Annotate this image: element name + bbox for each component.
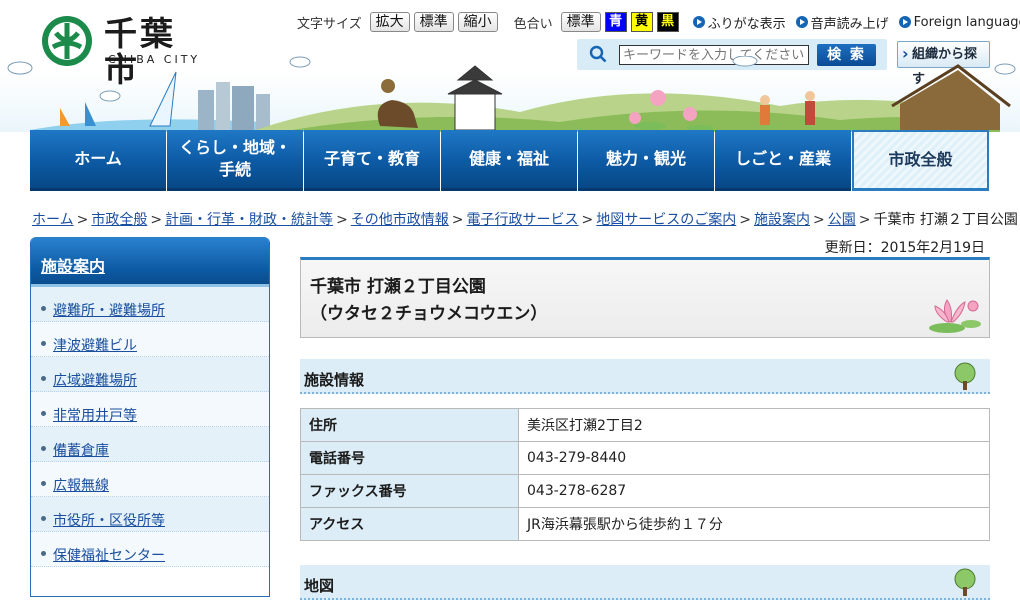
table-label: 電話番号: [300, 441, 519, 475]
table-value: 043-278-6287: [518, 474, 990, 508]
breadcrumb-other-info[interactable]: その他市政情報: [351, 212, 449, 228]
arrow-circle-icon: [795, 16, 808, 28]
sidebar-link-offices[interactable]: 市役所・区役所等: [53, 513, 165, 529]
foreign-language-link[interactable]: Foreign language: [898, 15, 1020, 30]
sidebar-item: 非常用井戸等: [31, 392, 269, 427]
sidebar-link-tsunami[interactable]: 津波避難ビル: [53, 338, 137, 354]
arrow-circle-icon: [692, 16, 705, 28]
lotus-icon: [929, 299, 981, 333]
table-row: アクセス JR海浜幕張駅から徒歩約１７分: [300, 507, 990, 541]
table-value: JR海浜幕張駅から徒歩約１７分: [518, 507, 990, 541]
sidebar-link-storage[interactable]: 備蓄倉庫: [53, 443, 109, 459]
nav-living-label: くらし・地域・ 手続: [178, 138, 291, 179]
sidebar-item: 避難所・避難場所: [31, 287, 269, 322]
arrow-circle-icon: [898, 16, 911, 28]
breadcrumb-map-service[interactable]: 地図サービスのご案内: [596, 212, 736, 228]
color-label: 色合い: [513, 16, 553, 32]
table-row: ファックス番号 043-278-6287: [300, 474, 990, 508]
table-label: 住所: [300, 408, 519, 442]
table-value: 美浜区打瀬2丁目2: [518, 408, 990, 442]
sidebar-link-wells[interactable]: 非常用井戸等: [53, 408, 137, 424]
sidebar-link-shelters[interactable]: 避難所・避難場所: [53, 303, 165, 319]
font-size-small-button[interactable]: 縮小: [457, 12, 498, 32]
sidebar-link-radio[interactable]: 広報無線: [53, 478, 109, 494]
city-scenery-illustration: [7, 56, 1016, 132]
updated-date: 更新日：2015年2月19日: [824, 240, 985, 256]
nav-living[interactable]: くらし・地域・ 手続: [167, 130, 303, 191]
nav-childcare[interactable]: 子育て・教育: [304, 130, 440, 191]
breadcrumb-parks[interactable]: 公園: [828, 212, 856, 228]
breadcrumb-current: 千葉市 打瀬２丁目公園: [873, 212, 1018, 228]
sidebar-item: 備蓄倉庫: [31, 427, 269, 462]
map-heading: 地図: [300, 565, 990, 600]
read-aloud-link[interactable]: 音声読み上げ: [795, 13, 889, 32]
tree-icon: [954, 362, 976, 390]
sidebar-link-welfare[interactable]: 保健福祉センター: [53, 548, 165, 564]
furigana-link[interactable]: ふりがな表示: [692, 13, 786, 32]
sidebar-link-wide-area[interactable]: 広域避難場所: [53, 373, 137, 389]
breadcrumb-home[interactable]: ホーム: [32, 212, 74, 228]
table-label: ファックス番号: [300, 474, 519, 508]
breadcrumb-e-services[interactable]: 電子行政サービス: [467, 212, 579, 228]
font-size-large-button[interactable]: 拡大: [369, 12, 410, 32]
nav-tourism[interactable]: 魅力・観光: [578, 130, 714, 191]
color-black-button[interactable]: 黒: [656, 12, 679, 32]
breadcrumb-city-admin[interactable]: 市政全般: [91, 212, 147, 228]
facility-table: 住所 美浜区打瀬2丁目2 電話番号 043-279-8440 ファックス番号 0…: [300, 408, 990, 541]
utility-bar: 文字サイズ 拡大 標準 縮小 色合い 標準 青 黄 黒 ふりがな表示 音声読み上…: [297, 10, 1020, 34]
global-nav: ホーム くらし・地域・ 手続 子育て・教育 健康・福祉 魅力・観光 しごと・産業…: [30, 130, 990, 191]
color-standard-button[interactable]: 標準: [560, 12, 601, 32]
sidebar-title[interactable]: 施設案内: [31, 237, 269, 287]
color-yellow-button[interactable]: 黄: [630, 12, 653, 32]
page-title: 千葉市 打瀬２丁目公園 （ウタセ２チョウメコウエン）: [310, 277, 548, 324]
sidebar-item: 津波避難ビル: [31, 322, 269, 357]
table-label: アクセス: [300, 507, 519, 541]
sidebar-item: 保健福祉センター: [31, 532, 269, 567]
color-blue-button[interactable]: 青: [604, 12, 627, 32]
font-size-standard-button[interactable]: 標準: [413, 12, 454, 32]
nav-city-admin[interactable]: 市政全般: [852, 130, 989, 191]
sidebar-item: 広域避難場所: [31, 357, 269, 392]
facility-info-heading: 施設情報: [300, 359, 990, 394]
breadcrumb-planning[interactable]: 計画・行革・財政・統計等: [165, 212, 333, 228]
nav-home[interactable]: ホーム: [30, 130, 166, 191]
font-size-label: 文字サイズ: [297, 16, 362, 32]
nav-health[interactable]: 健康・福祉: [441, 130, 577, 191]
sidebar-list: 避難所・避難場所 津波避難ビル 広域避難場所 非常用井戸等 備蓄倉庫 広報無線 …: [31, 287, 269, 567]
breadcrumb-facilities[interactable]: 施設案内: [754, 212, 810, 228]
sidebar: 施設案内 避難所・避難場所 津波避難ビル 広域避難場所 非常用井戸等 備蓄倉庫 …: [30, 237, 270, 597]
sidebar-item: 市役所・区役所等: [31, 497, 269, 532]
sidebar-item: 広報無線: [31, 462, 269, 497]
table-row: 電話番号 043-279-8440: [300, 441, 990, 475]
page-title-box: 千葉市 打瀬２丁目公園 （ウタセ２チョウメコウエン）: [300, 257, 990, 338]
site-header: 千葉市 CHIBA CITY 文字サイズ 拡大 標準 縮小 色合い 標準 青 黄…: [0, 0, 1020, 132]
table-row: 住所 美浜区打瀬2丁目2: [300, 408, 990, 442]
table-value: 043-279-8440: [518, 441, 990, 475]
breadcrumb: ホーム > 市政全般 > 計画・行革・財政・統計等 > その他市政情報 > 電子行政サービス > 地…: [32, 212, 1018, 228]
tree-icon: [954, 568, 976, 596]
nav-business[interactable]: しごと・産業: [715, 130, 851, 191]
